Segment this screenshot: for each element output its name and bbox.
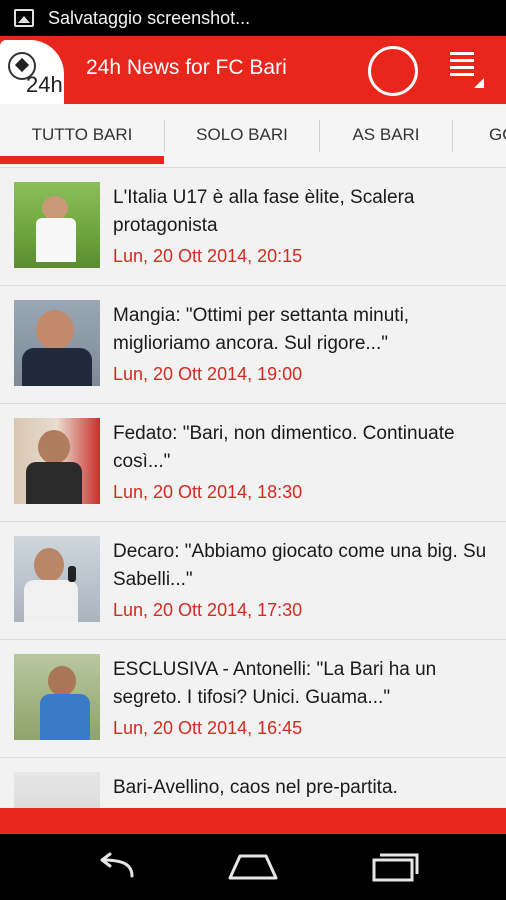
logo-text: 24h bbox=[26, 72, 63, 97]
app-bar: 24h 24h News for FC Bari bbox=[0, 36, 506, 104]
news-title: L'Italia U17 è alla fase èlite, Scalera … bbox=[113, 187, 415, 236]
status-bar: Salvataggio screenshot... bbox=[0, 0, 506, 36]
tab-go[interactable]: GO bbox=[453, 104, 506, 166]
notification-text: Salvataggio screenshot... bbox=[48, 7, 251, 28]
news-date: Lun, 20 Ott 2014, 20:15 bbox=[113, 246, 303, 266]
news-item[interactable]: Fedato: "Bari, non dimentico. Continuate… bbox=[0, 404, 506, 522]
news-date: Lun, 20 Ott 2014, 18:30 bbox=[113, 482, 303, 502]
app-title: 24h News for FC Bari bbox=[86, 56, 287, 79]
news-thumbnail bbox=[14, 536, 100, 622]
recents-icon[interactable] bbox=[370, 852, 420, 882]
news-date: Lun, 20 Ott 2014, 16:45 bbox=[113, 718, 303, 738]
menu-icon[interactable] bbox=[450, 52, 484, 90]
bottom-accent-bar bbox=[0, 808, 506, 834]
news-title: Fedato: "Bari, non dimentico. Continuate… bbox=[113, 423, 455, 472]
tab-as-bari[interactable]: AS BARI bbox=[320, 104, 452, 166]
news-item[interactable]: Decaro: "Abbiamo giocato come una big. S… bbox=[0, 522, 506, 640]
news-title: ESCLUSIVA - Antonelli: "La Bari ha un se… bbox=[113, 659, 437, 708]
news-item[interactable]: Bari-Avellino, caos nel pre-partita. bbox=[0, 758, 506, 808]
selected-tab-indicator bbox=[0, 156, 164, 164]
news-thumbnail bbox=[14, 182, 100, 268]
news-thumbnail bbox=[14, 418, 100, 504]
home-icon[interactable] bbox=[226, 852, 280, 882]
tab-bar: TUTTO BARI SOLO BARI AS BARI GO bbox=[0, 104, 506, 168]
news-list[interactable]: L'Italia U17 è alla fase èlite, Scalera … bbox=[0, 168, 506, 808]
news-title: Decaro: "Abbiamo giocato come una big. S… bbox=[113, 541, 487, 590]
news-title: Mangia: "Ottimi per settanta minuti, mig… bbox=[113, 305, 410, 354]
news-title: Bari-Avellino, caos nel pre-partita. bbox=[113, 777, 398, 798]
news-item[interactable]: L'Italia U17 è alla fase èlite, Scalera … bbox=[0, 168, 506, 286]
app-logo[interactable]: 24h bbox=[0, 40, 64, 104]
news-item[interactable]: Mangia: "Ottimi per settanta minuti, mig… bbox=[0, 286, 506, 404]
news-thumbnail bbox=[14, 772, 100, 808]
tab-solo-bari[interactable]: SOLO BARI bbox=[165, 104, 319, 166]
news-item[interactable]: ESCLUSIVA - Antonelli: "La Bari ha un se… bbox=[0, 640, 506, 758]
back-icon[interactable] bbox=[88, 852, 138, 882]
news-date: Lun, 20 Ott 2014, 17:30 bbox=[113, 600, 303, 620]
news-thumbnail bbox=[14, 300, 100, 386]
refresh-spinner-icon[interactable] bbox=[368, 46, 418, 96]
navigation-bar bbox=[0, 834, 506, 900]
screenshot-notification-icon bbox=[14, 9, 34, 27]
news-date: Lun, 20 Ott 2014, 19:00 bbox=[113, 364, 303, 384]
news-thumbnail bbox=[14, 654, 100, 740]
